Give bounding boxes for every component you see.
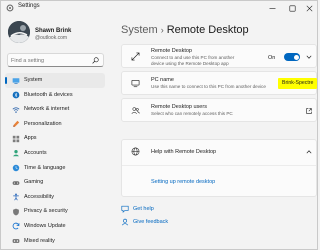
remote-desktop-card[interactable]: Remote Desktop Connect to and use this P… [121, 44, 317, 68]
gaming-icon [12, 180, 20, 185]
pc-name-title: PC name [151, 77, 174, 83]
avatar[interactable] [8, 21, 30, 43]
window-title: Settings [18, 3, 40, 9]
nav-item-windows-update[interactable]: Windows Update [5, 219, 105, 234]
get-help-icon [121, 205, 129, 213]
nav-item-system[interactable]: System [5, 73, 105, 88]
nav-item-accounts[interactable]: Accounts [5, 146, 105, 161]
nav-item-apps[interactable]: Apps [5, 131, 105, 146]
help-title[interactable]: Help with Remote Desktop [151, 149, 216, 155]
nav-item-privacy[interactable]: Privacy & security [5, 204, 105, 219]
pc-name-card: PC name Use this name to connect to this… [121, 71, 318, 95]
nav-item-label: Time & language [24, 164, 66, 171]
network-icon [12, 107, 20, 113]
nav-item-network[interactable]: Network & internet [5, 102, 105, 117]
users-icon [131, 107, 140, 114]
get-help-link[interactable]: Get help [133, 206, 154, 212]
globe-icon [131, 147, 140, 156]
external-link-icon[interactable] [306, 108, 312, 114]
sidebar: Shawn Brink @outlook.com System [1, 15, 109, 250]
close-icon [306, 5, 312, 11]
pc-icon [131, 80, 140, 88]
remote-desktop-subtitle-line2: device using the Remote Desktop app [151, 60, 229, 66]
main-content: System › Remote Desktop Remote Desktop Con… [113, 15, 318, 250]
nav-item-label: Apps [24, 135, 37, 142]
remote-desktop-icon [131, 52, 140, 61]
apps-icon [12, 135, 20, 143]
accessibility-icon [13, 193, 19, 201]
breadcrumb: System › Remote Desktop [121, 24, 249, 36]
remote-desktop-users-card[interactable]: Remote Desktop users Select who can remo… [121, 98, 317, 122]
settings-window: Settings Shawn Brink @outlook.com Find a… [0, 0, 318, 250]
nav-item-label: Windows Update [24, 222, 66, 229]
bluetooth-icon [12, 91, 20, 99]
nav-item-accessibility[interactable]: Accessibility [5, 190, 105, 205]
nav-item-time-language[interactable]: Time & language [5, 161, 105, 176]
nav-item-label: Mixed reality [24, 237, 55, 244]
nav-list: System Bluetooth & devices Network & int… [5, 73, 105, 248]
nav-item-gaming[interactable]: Gaming [5, 175, 105, 190]
user-email: @outlook.com [35, 35, 68, 41]
settings-app-icon [6, 4, 14, 12]
pc-name-subtitle: Use this name to connect to this PC from… [151, 84, 266, 89]
accounts-icon [12, 150, 20, 157]
maximize-icon [289, 5, 296, 12]
remote-desktop-toggle[interactable] [284, 53, 300, 61]
nav-item-label: Bluetooth & devices [24, 91, 73, 98]
nav-item-label: System [24, 77, 43, 83]
privacy-icon [13, 208, 19, 216]
give-feedback-link[interactable]: Give feedback [133, 219, 168, 225]
minimize-icon [269, 7, 275, 9]
maximize-button[interactable] [283, 1, 301, 15]
close-button[interactable] [300, 1, 318, 15]
nav-item-mixed-reality[interactable]: Mixed reality [5, 234, 105, 249]
minimize-button[interactable] [263, 1, 281, 15]
nav-item-personalization[interactable]: Personalization [5, 117, 105, 132]
help-divider [122, 165, 316, 166]
chevron-up-icon[interactable] [306, 149, 312, 155]
search-box[interactable] [7, 53, 104, 67]
setting-up-remote-desktop-link[interactable]: Setting up remote desktop [151, 179, 215, 185]
pc-name-value: Brink-Spectre [278, 78, 318, 89]
nav-item-label: Gaming [24, 179, 44, 186]
nav-item-label: Accessibility [24, 193, 54, 200]
system-icon [12, 77, 20, 84]
page-title: Remote Desktop [166, 24, 249, 36]
nav-item-label: Network & internet [24, 106, 70, 113]
toggle-state-label: On [268, 55, 276, 61]
nav-item-label: Privacy & security [24, 208, 68, 215]
personalization-icon [13, 121, 20, 128]
remote-desktop-title: Remote Desktop [151, 48, 192, 54]
search-icon [92, 57, 99, 64]
toggle-knob [293, 54, 299, 60]
time-language-icon [12, 164, 20, 172]
remote-users-subtitle: Select who can remotely access this PC [151, 111, 233, 116]
title-bar: Settings [1, 1, 317, 15]
avatar-image [8, 21, 30, 43]
remote-users-title: Remote Desktop users [151, 104, 207, 110]
windows-update-icon [12, 223, 20, 230]
breadcrumb-parent[interactable]: System [121, 24, 158, 36]
give-feedback-icon [121, 218, 129, 226]
nav-item-label: Accounts [24, 149, 47, 156]
help-card: Help with Remote Desktop Setting up remo… [121, 139, 317, 197]
breadcrumb-separator: › [160, 25, 164, 35]
user-name: Shawn Brink [35, 28, 72, 34]
mixed-reality-icon [12, 239, 20, 243]
search-input[interactable] [11, 55, 89, 66]
nav-item-label: Personalization [24, 120, 62, 127]
nav-item-bluetooth[interactable]: Bluetooth & devices [5, 88, 105, 103]
chevron-down-icon[interactable] [306, 54, 312, 60]
